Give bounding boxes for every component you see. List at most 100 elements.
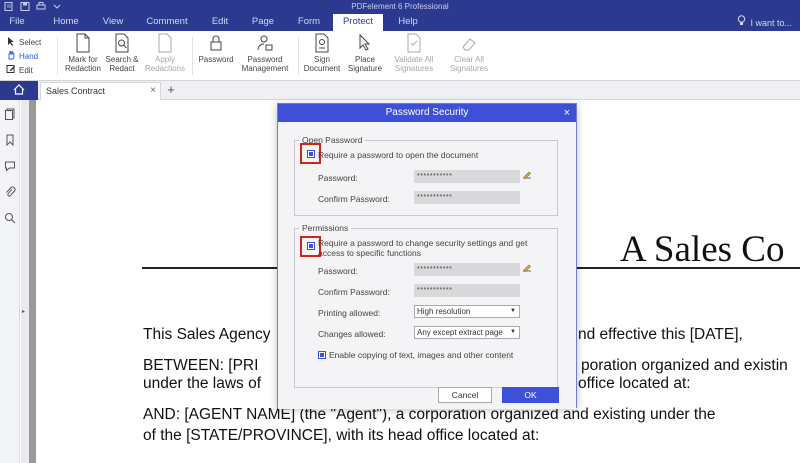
search-document-icon [113,33,131,53]
attachment-icon[interactable] [4,186,16,198]
search-redact-label: Search & Redact [105,55,139,73]
chevron-down-icon: ▼ [510,308,516,314]
sign-document-icon [313,33,331,53]
search-icon[interactable] [4,212,16,224]
enable-copying-label: Enable copying of text, images and other… [329,350,514,360]
dialog-title-bar: Password Security × [278,104,576,122]
menu-bar: File Home View Comment Edit Page Form Pr… [0,14,800,31]
menu-help[interactable]: Help [393,14,423,31]
hand-icon [6,50,16,62]
dialog-body: Open Password Require a password to open… [278,122,576,409]
new-tab-button[interactable]: + [164,81,178,100]
validate-all-signatures-button[interactable]: Validate All Signatures [388,33,440,73]
validate-all-signatures-label: Validate All Signatures [394,55,434,73]
mark-for-redaction-button[interactable]: Mark for Redaction [61,33,105,73]
menu-view[interactable]: View [96,14,130,31]
document-tab-bar: Sales Contract × + [0,81,800,100]
password-button[interactable]: Password [197,33,235,64]
menu-protect[interactable]: Protect [333,14,383,31]
password-management-label: Password Management [241,55,289,73]
pen-cursor-icon [356,33,374,53]
clear-all-signatures-button[interactable]: Clear All Signatures [443,33,495,73]
hand-tool[interactable]: Hand [6,49,56,63]
dialog-title: Password Security [385,107,469,118]
thumbnails-icon[interactable] [4,108,16,120]
permissions-checkbox-label-line1: Require a password to change security se… [318,238,528,248]
hand-tool-label: Hand [19,51,39,61]
permissions-password-field[interactable]: *********** [414,263,520,276]
menu-page[interactable]: Page [248,14,278,31]
help-search-label: I want to... [750,17,792,28]
search-redact-button[interactable]: Search & Redact [104,33,140,73]
changes-allowed-value: Any except extract page [417,328,503,337]
changes-allowed-label: Changes allowed: [318,329,386,339]
edit-password-icon[interactable] [522,263,532,273]
menu-comment[interactable]: Comment [142,14,192,31]
document-tab-label: Sales Contract [46,86,106,96]
user-lock-icon [256,33,274,53]
close-tab-icon[interactable]: × [150,83,156,99]
password-management-button[interactable]: Password Management [240,33,290,73]
sign-document-button[interactable]: Sign Document [303,33,341,73]
home-tab[interactable] [0,81,38,100]
document-line: BETWEEN: [PRI [143,357,259,374]
ok-button[interactable]: OK [502,387,559,403]
place-signature-label: Place Signature [347,55,383,73]
menu-edit[interactable]: Edit [206,14,234,31]
chevron-down-icon: ▼ [510,329,516,335]
select-tool-label: Select [19,37,42,47]
permissions-legend: Permissions [299,223,352,233]
open-password-field[interactable]: *********** [414,170,520,183]
document-line: office located at: [578,375,691,392]
menu-home[interactable]: Home [46,14,86,31]
permissions-checkbox-label-line2: access to specific functions [318,248,421,258]
tab-sales-contract[interactable]: Sales Contract × [40,82,161,100]
apply-redactions-button[interactable]: Apply Redactions [143,33,187,73]
bookmark-icon[interactable] [4,134,16,147]
panel-collapse-handle[interactable]: ▸ [21,100,29,463]
left-side-panel [0,100,20,463]
ribbon-separator [57,37,58,75]
close-icon[interactable]: × [564,104,570,122]
expand-arrow-icon: ▸ [22,309,26,315]
ribbon-separator [298,37,299,75]
changes-allowed-select[interactable]: Any except extract page ▼ [414,326,520,339]
cancel-button[interactable]: Cancel [438,387,492,403]
open-confirm-password-label: Confirm Password: [318,194,390,204]
permissions-password-label: Password: [318,266,358,276]
open-confirm-password-field[interactable]: *********** [414,191,520,204]
title-bar: PDFelement 6 Professional [0,0,800,14]
document-line: nd effective this [DATE], [578,326,743,343]
ribbon-toolbar: Select Hand Edit Mark for Redaction Sear… [0,31,800,81]
edit-password-icon[interactable] [522,170,532,180]
document-line: This Sales Agency [143,326,271,343]
document-mark-icon [74,33,92,53]
help-search[interactable]: I want to... [737,14,792,31]
clear-all-signatures-label: Clear All Signatures [449,55,489,73]
enable-copying-checkbox[interactable] [318,351,326,359]
edit-tool[interactable]: Edit [6,63,56,77]
menu-file[interactable]: File [2,14,32,31]
validate-document-icon [405,33,423,53]
select-tool[interactable]: Select [6,35,56,49]
document-title: A Sales Co [620,229,785,270]
printing-allowed-label: Printing allowed: [318,308,381,318]
apply-redactions-label: Apply Redactions [144,55,186,73]
menu-form[interactable]: Form [292,14,326,31]
document-line: of the [STATE/PROVINCE], with its head o… [143,427,540,444]
sign-document-label: Sign Document [303,55,341,73]
home-icon [13,84,25,97]
permissions-confirm-password-label: Confirm Password: [318,287,390,297]
mark-for-redaction-label: Mark for Redaction [64,55,102,73]
permissions-confirm-password-field[interactable]: *********** [414,284,520,297]
comment-icon[interactable] [4,160,16,172]
printing-allowed-value: High resolution [417,307,471,316]
edit-tool-label: Edit [19,65,33,75]
printing-allowed-select[interactable]: High resolution ▼ [414,305,520,318]
document-line: under the laws of [143,375,262,392]
place-signature-button[interactable]: Place Signature [345,33,385,73]
password-security-dialog: Password Security × Open Password Requir… [277,103,577,409]
selection-tools: Select Hand Edit [6,35,56,77]
cursor-icon [6,36,16,48]
eraser-icon [460,33,478,53]
